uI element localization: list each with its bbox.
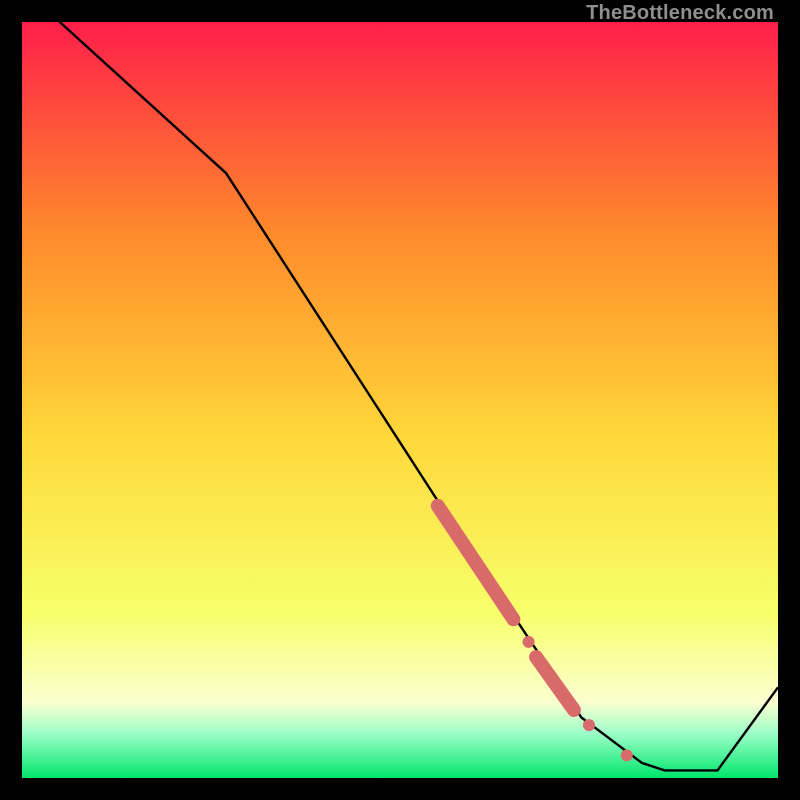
watermark-text: TheBottleneck.com (586, 2, 774, 25)
dot-3 (621, 749, 633, 761)
dot-1 (523, 636, 535, 648)
dot-2 (583, 719, 595, 731)
chart-frame (22, 22, 778, 778)
gradient-background (22, 22, 778, 778)
chart-plot (22, 22, 778, 778)
